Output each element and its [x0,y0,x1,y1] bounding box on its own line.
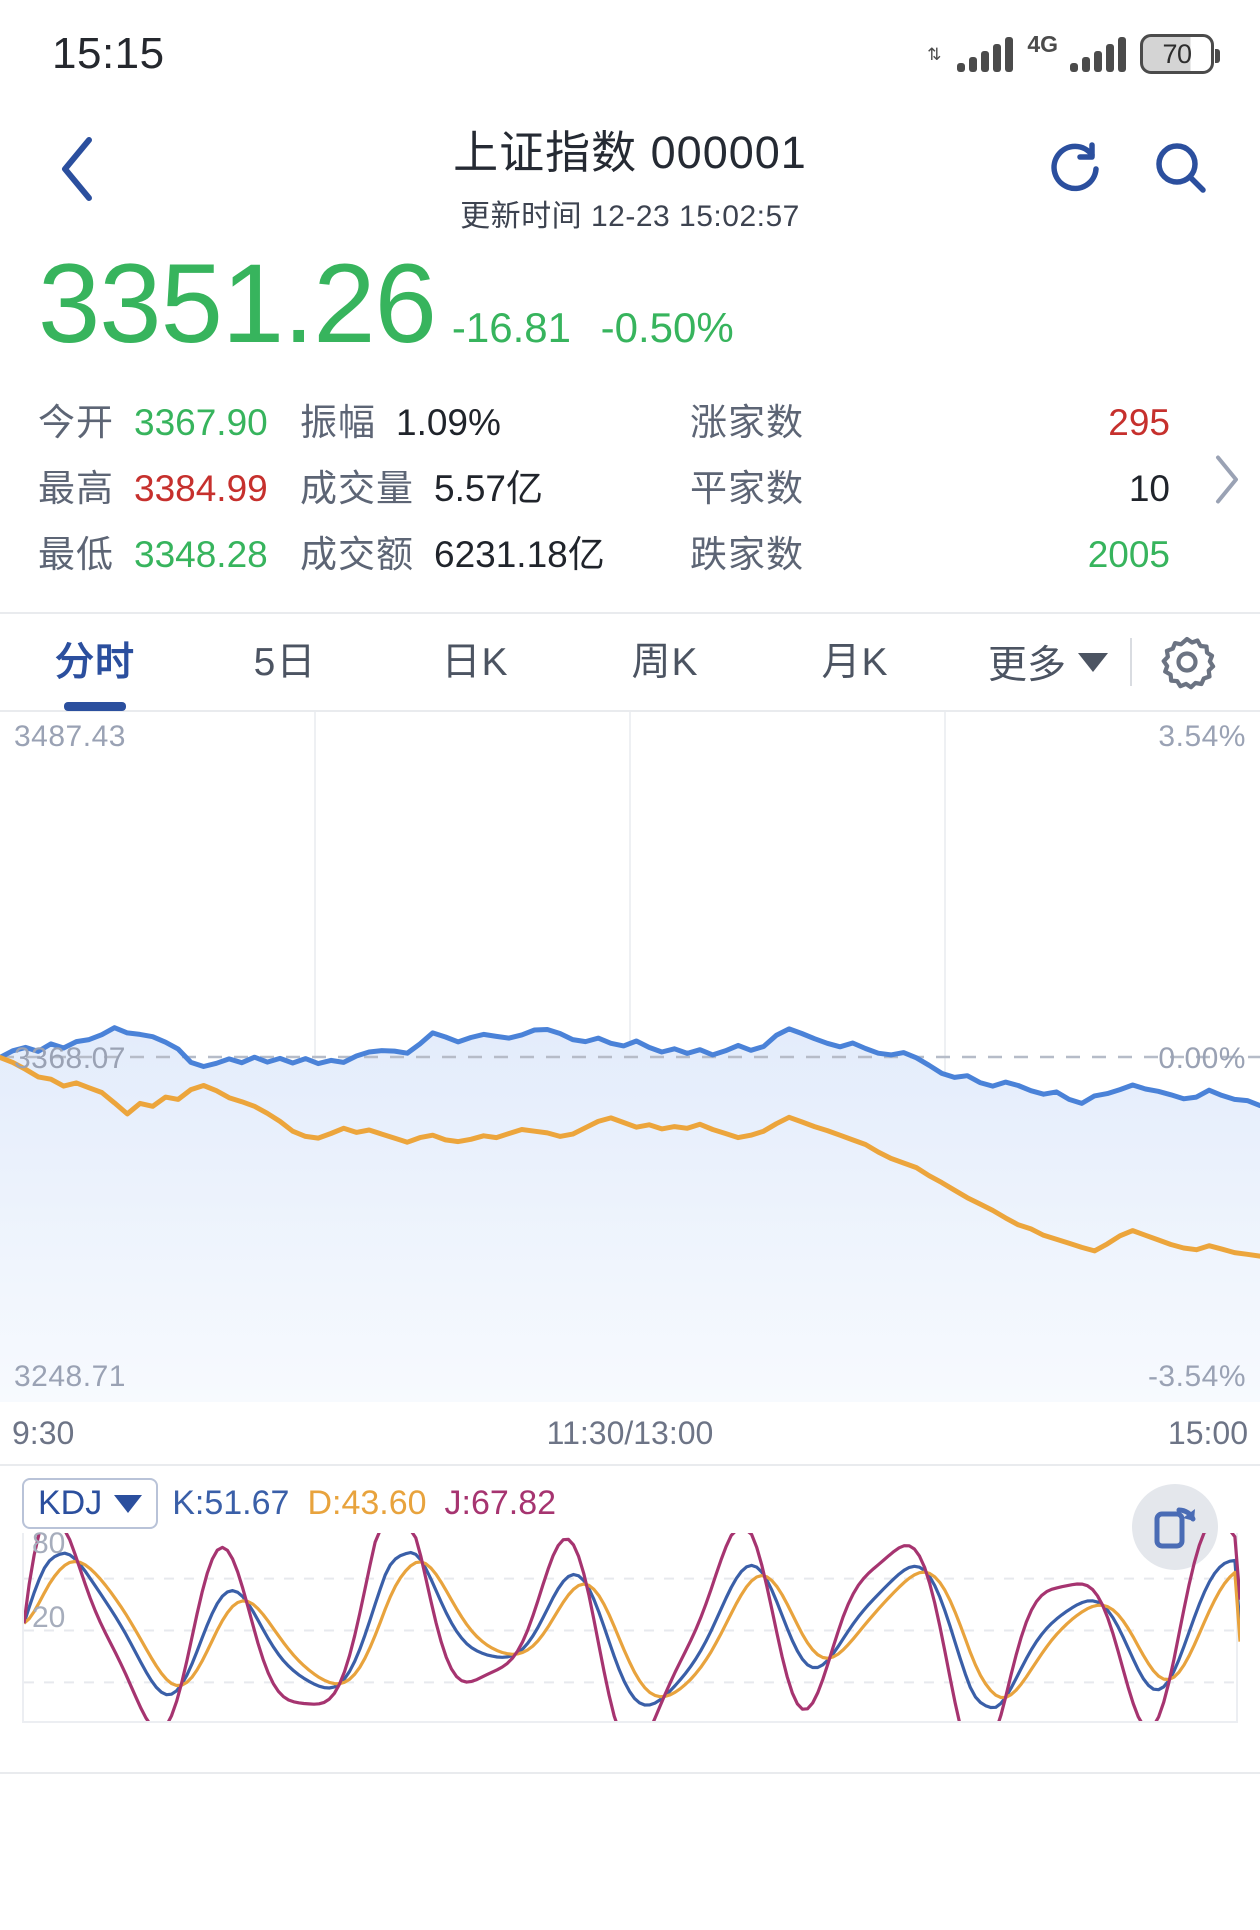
stat-label: 最低 [38,534,114,575]
stat-value: 1.09% [396,402,501,443]
more-periods-button[interactable]: 更多 [988,634,1126,690]
stat-value: 5.57亿 [434,468,544,509]
status-indicators: ⇅ 4G 70 [927,30,1220,74]
tab-weekly-k[interactable]: 周K [570,631,760,693]
stat-value: 3384.99 [134,468,268,509]
quote-summary: 3351.26 -16.81 -0.50% [0,230,1260,360]
kdj-header: KDJ K:51.67 D:43.60 J:67.82 [0,1466,1260,1529]
stat-high: 最高 3384.99 [0,458,300,512]
stat-open: 今开 3367.90 [0,392,300,446]
stats-row: 最高 3384.99 成交量 5.57亿 平家数 10 [0,452,1260,518]
kdj-selector-label: KDJ [38,1484,103,1522]
stat-value: 6231.18亿 [434,534,605,575]
stat-value: 3367.90 [134,402,268,443]
kdj-axis-low: 20 [32,1601,66,1634]
chart-axis-mid-price: 3368.07 [14,1042,126,1075]
stat-label: 成交量 [300,468,414,509]
stat-decliners: 跌家数 2005 [690,524,1260,578]
stock-detail-screen: 15:15 ⇅ 4G 70 上证指数 000001 更新时间 12-23 15:… [0,0,1260,1930]
price-change-percent: -0.50% [600,304,734,351]
back-button[interactable] [42,134,112,204]
stat-low: 最低 3348.28 [0,524,300,578]
tab-daily-k[interactable]: 日K [380,631,570,693]
tab-monthly-k[interactable]: 月K [760,631,950,693]
stat-value: 3348.28 [134,534,268,575]
stat-label: 跌家数 [690,534,804,575]
chart-axis-mid-percent: 0.00% [1158,1042,1246,1075]
stat-label: 振幅 [300,402,376,443]
app-header: 上证指数 000001 更新时间 12-23 15:02:57 [0,108,1260,233]
header-actions [1036,130,1220,208]
stat-value: 295 [1108,402,1170,443]
statistics-grid[interactable]: 今开 3367.90 振幅 1.09% 涨家数 295 最高 3384.99 成… [0,360,1260,604]
refresh-icon [1051,142,1099,192]
stat-unchanged: 平家数 10 [690,458,1260,512]
stat-amplitude: 振幅 1.09% [300,392,690,446]
chart-time-axis: 9:30 11:30/13:00 15:00 [0,1402,1260,1464]
kdj-chart-canvas [24,1533,1240,1721]
kdj-j-value: J:67.82 [444,1484,557,1522]
chart-period-tabs: 分时 5日 日K 周K 月K 更多 [0,614,1260,710]
intraday-chart[interactable]: 3487.43 3.54% 3368.07 0.00% 3248.71 -3.5… [0,712,1260,1402]
stat-value: 10 [1128,468,1170,509]
time-tick-close: 15:00 [1167,1414,1248,1451]
battery-level-label: 70 [1162,38,1192,69]
stat-advancers: 涨家数 295 [690,392,1260,446]
stats-row: 今开 3367.90 振幅 1.09% 涨家数 295 [0,386,1260,452]
search-icon [1156,143,1206,193]
stat-label: 今开 [38,402,114,443]
signal-bars-icon-secondary [1070,36,1126,72]
kdj-chart[interactable]: 80 20 [22,1527,1240,1723]
kdj-k-value: K:51.67 [172,1484,290,1522]
chevron-left-icon [62,137,92,201]
stat-label: 成交额 [300,534,414,575]
time-tick-midday: 11:30/13:00 [546,1414,714,1451]
status-bar: 15:15 ⇅ 4G 70 [0,0,1260,108]
stat-label: 平家数 [690,468,804,509]
battery-icon: 70 [1140,34,1220,74]
signal-bars-icon [957,36,1014,72]
stats-expand-button[interactable] [1210,453,1244,512]
kdj-values: K:51.67 D:43.60 J:67.82 [172,1484,556,1523]
refresh-button[interactable] [1036,130,1114,208]
chevron-right-icon [1216,455,1238,504]
kdj-selector-button[interactable]: KDJ [22,1478,159,1529]
stats-row: 最低 3348.28 成交额 6231.18亿 跌家数 2005 [0,518,1260,584]
current-price: 3351.26 [38,241,437,366]
stat-value: 2005 [1087,534,1170,575]
tab-intraday[interactable]: 分时 [0,631,190,693]
search-button[interactable] [1142,130,1220,208]
kdj-axis-high: 80 [32,1527,66,1560]
price-change-group: -16.81 -0.50% [452,304,752,352]
chart-axis-bottom-percent: -3.54% [1147,1360,1246,1393]
stat-label: 涨家数 [690,402,804,443]
chart-axis-top-percent: 3.54% [1158,720,1246,753]
chevron-down-icon [114,1494,143,1513]
stat-turnover: 成交额 6231.18亿 [300,524,690,578]
toolbar-divider [1130,638,1132,686]
stat-volume: 成交量 5.57亿 [300,458,690,512]
chevron-down-icon [1078,652,1108,672]
intraday-chart-canvas [0,712,1260,1402]
status-time: 15:15 [52,29,165,78]
stat-label: 最高 [38,468,114,509]
gear-icon [1161,636,1216,690]
time-tick-open: 9:30 [12,1414,75,1451]
chart-settings-button[interactable] [1152,627,1222,697]
price-change-absolute: -16.81 [451,304,571,351]
chart-axis-top-price: 3487.43 [14,720,126,753]
bottom-divider [0,1772,1260,1774]
kdj-d-value: D:43.60 [307,1484,427,1522]
more-label: 更多 [987,644,1066,687]
tab-five-day[interactable]: 5日 [190,631,380,693]
data-transfer-icon: ⇅ [927,44,942,64]
chart-axis-bottom-price: 3248.71 [14,1360,126,1393]
kdj-indicator-panel: KDJ K:51.67 D:43.60 J:67.82 80 20 [0,1464,1260,1762]
network-type-label: 4G [1027,30,1058,57]
